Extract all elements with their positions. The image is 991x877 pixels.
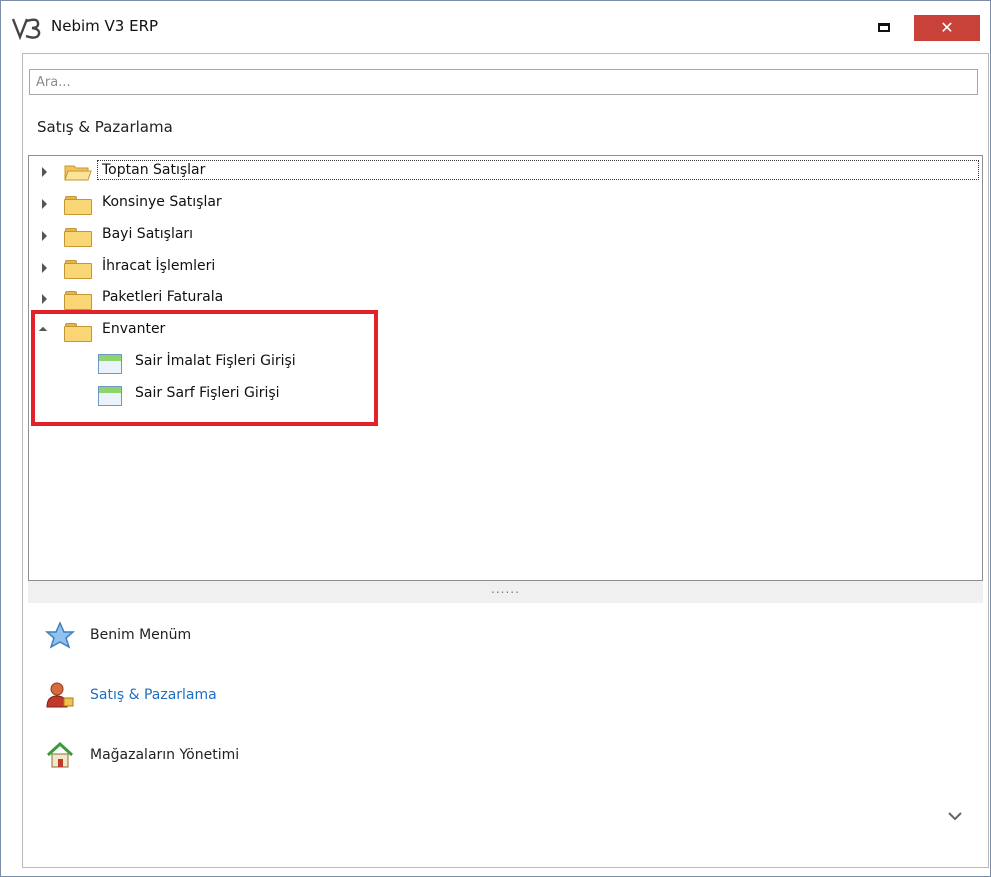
folder-icon	[64, 260, 92, 279]
tree-item-label: İhracat İşlemleri	[102, 258, 216, 274]
menu-panel: Satış & Pazarlama Toptan Satışlar Konsin…	[22, 53, 989, 868]
chevron-down-icon[interactable]	[945, 808, 965, 824]
tree-item-label: Bayi Satışları	[102, 226, 194, 242]
expand-arrow-icon[interactable]	[42, 294, 47, 304]
folder-icon	[64, 291, 92, 310]
tree-item-ihracat-islemleri[interactable]: İhracat İşlemleri	[29, 254, 982, 282]
home-icon	[46, 741, 74, 768]
maximize-button[interactable]	[867, 15, 901, 41]
title-bar[interactable]: Nebim V3 ERP ✕	[1, 1, 990, 53]
expand-arrow-icon[interactable]	[42, 231, 47, 241]
user-icon	[46, 682, 74, 708]
expand-arrow-icon[interactable]	[42, 199, 47, 209]
splitter-grip-icon: ......	[491, 582, 520, 596]
tree-item-label: Toptan Satışlar	[97, 160, 979, 180]
annotation-highlight-box	[31, 310, 378, 426]
menu-tree[interactable]: Toptan Satışlar Konsinye Satışlar Bayi S…	[28, 155, 983, 581]
close-icon: ✕	[940, 18, 954, 37]
tree-item-toptan-satislar[interactable]: Toptan Satışlar	[29, 158, 982, 186]
panel-splitter[interactable]: ......	[28, 581, 983, 603]
folder-open-icon	[64, 165, 92, 181]
tree-item-label: Konsinye Satışlar	[102, 194, 222, 210]
nav-item-label: Benim Menüm	[90, 627, 192, 643]
search-input[interactable]	[29, 69, 978, 95]
folder-icon	[64, 196, 92, 215]
expand-arrow-icon[interactable]	[42, 263, 47, 273]
app-logo-icon	[11, 18, 41, 41]
folder-icon	[64, 228, 92, 247]
tree-item-konsinye-satislar[interactable]: Konsinye Satışlar	[29, 190, 982, 218]
close-button[interactable]: ✕	[914, 15, 980, 41]
nav-item-label: Satış & Pazarlama	[90, 687, 217, 703]
section-title: Satış & Pazarlama	[37, 118, 173, 136]
star-icon	[45, 621, 75, 649]
tree-item-label: Paketleri Faturala	[102, 289, 224, 305]
nav-item-benim-menum[interactable]: Benim Menüm	[45, 621, 445, 649]
nav-item-satis-pazarlama[interactable]: Satış & Pazarlama	[45, 681, 445, 709]
expand-arrow-icon[interactable]	[42, 167, 47, 177]
nav-item-magazalarin-yonetimi[interactable]: Mağazaların Yönetimi	[45, 741, 445, 769]
maximize-icon	[878, 23, 890, 32]
window-title: Nebim V3 ERP	[51, 17, 159, 35]
tree-item-bayi-satislari[interactable]: Bayi Satışları	[29, 222, 982, 250]
nav-item-label: Mağazaların Yönetimi	[90, 747, 240, 763]
tree-item-paketleri-faturala[interactable]: Paketleri Faturala	[29, 285, 982, 313]
app-window: Nebim V3 ERP ✕ Satış & Pazarlama Toptan …	[0, 0, 991, 877]
